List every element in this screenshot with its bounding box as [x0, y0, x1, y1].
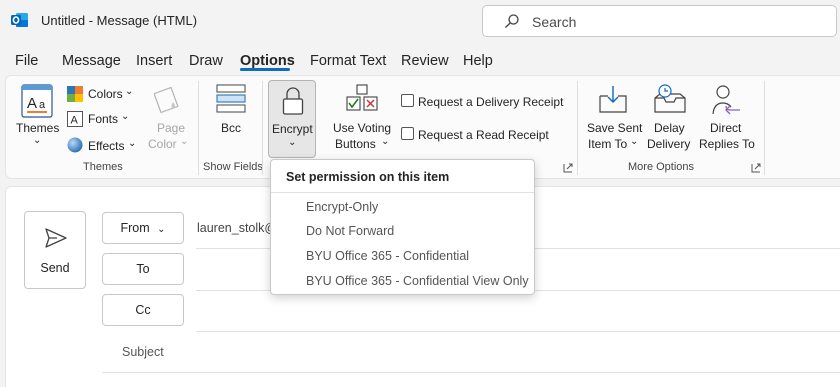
fonts-label: Fonts	[88, 112, 119, 126]
page-color-label-1: Page	[157, 121, 186, 135]
tab-options[interactable]: Options	[240, 53, 295, 69]
menu-item-encrypt-only[interactable]: Encrypt-Only	[306, 200, 378, 214]
delay-delivery-icon	[654, 84, 686, 114]
window-title: Untitled - Message (HTML)	[41, 13, 198, 28]
colors-label: Colors	[88, 87, 123, 101]
send-label: Send	[40, 261, 70, 275]
checkbox-box[interactable]	[401, 127, 414, 140]
themes-label: Themes	[16, 121, 60, 135]
effects-label: Effects	[88, 139, 125, 153]
search-icon	[504, 13, 520, 29]
tab-message[interactable]: Message	[62, 53, 121, 69]
fonts-icon: A	[67, 111, 83, 127]
tab-help[interactable]: Help	[463, 53, 493, 69]
encrypt-button[interactable]: Encrypt ⌄	[268, 80, 316, 158]
save-sent-icon	[598, 84, 628, 114]
delivery-receipt-label: Request a Delivery Receipt	[418, 95, 564, 109]
chevron-down-icon: ⌄	[121, 111, 130, 122]
paint-bucket-icon	[154, 84, 182, 114]
delay-label-2: Delivery	[647, 137, 691, 151]
chevron-down-icon: ⌄	[381, 136, 390, 147]
chevron-down-icon: ⌄	[630, 136, 639, 147]
read-receipt-label: Request a Read Receipt	[418, 128, 549, 142]
menu-item-confidential-view-only[interactable]: BYU Office 365 - Confidential View Only	[306, 274, 529, 288]
outlook-app-icon	[11, 12, 29, 28]
voting-icon	[346, 84, 378, 114]
more-options-group-label: More Options	[628, 161, 695, 173]
encrypt-label: Encrypt	[272, 122, 313, 136]
to-button[interactable]: To	[102, 253, 184, 285]
chevron-down-icon: ⌄	[288, 137, 297, 148]
cc-label: Cc	[135, 303, 151, 317]
tab-insert[interactable]: Insert	[136, 53, 172, 69]
title-bar: Untitled - Message (HTML) Search	[0, 0, 840, 42]
save-sent-label-1: Save Sent	[587, 121, 643, 135]
themes-group-label: Themes	[83, 161, 123, 173]
send-icon	[45, 228, 67, 248]
voting-label-2: Buttons	[335, 137, 376, 151]
search-placeholder: Search	[532, 14, 577, 30]
from-label: From	[120, 221, 150, 235]
lock-icon	[282, 86, 304, 116]
tab-draw[interactable]: Draw	[189, 53, 223, 69]
svg-text:A: A	[27, 95, 37, 112]
dialog-launcher-icon[interactable]	[563, 163, 573, 173]
delay-label-1: Delay	[654, 121, 685, 135]
menu-item-confidential[interactable]: BYU Office 365 - Confidential	[306, 249, 469, 263]
ribbon-tabs: File Message Insert Draw Options Format …	[0, 48, 840, 76]
cc-field[interactable]	[196, 331, 840, 332]
tab-review[interactable]: Review	[401, 53, 449, 69]
menu-item-do-not-forward[interactable]: Do Not Forward	[306, 224, 394, 238]
chevron-down-icon: ⌄	[157, 224, 166, 235]
group-separator	[764, 81, 765, 175]
subject-field[interactable]	[102, 372, 840, 373]
from-button[interactable]: From ⌄	[102, 212, 184, 244]
to-label: To	[136, 262, 150, 276]
group-separator	[198, 81, 199, 175]
chevron-down-icon: ⌄	[125, 86, 134, 97]
bcc-label: Bcc	[221, 121, 242, 135]
tab-format-text[interactable]: Format Text	[310, 53, 386, 69]
chevron-down-icon: ⌄	[33, 135, 42, 146]
cc-button[interactable]: Cc	[102, 294, 184, 326]
chevron-down-icon: ⌄	[128, 138, 137, 149]
voting-label-1: Use Voting	[333, 121, 392, 135]
effects-icon	[67, 137, 83, 153]
active-tab-indicator	[240, 68, 290, 71]
send-button[interactable]: Send	[24, 211, 86, 289]
dropdown-title: Set permission on this item	[286, 170, 450, 184]
group-separator	[577, 81, 578, 175]
themes-icon: A a	[21, 84, 53, 118]
encrypt-dropdown-menu: Set permission on this item Encrypt-Only…	[270, 159, 535, 295]
save-sent-label-2: Item To	[588, 137, 628, 151]
svg-text:a: a	[39, 99, 46, 111]
direct-label-2: Replies To	[699, 137, 755, 151]
dialog-launcher-icon[interactable]	[751, 163, 761, 173]
dropdown-divider	[271, 192, 534, 193]
from-value: lauren_stolk@	[197, 221, 278, 235]
checkbox-box[interactable]	[401, 94, 414, 107]
search-box[interactable]: Search	[482, 5, 837, 37]
direct-label-1: Direct	[710, 121, 742, 135]
direct-replies-icon	[710, 84, 742, 116]
tab-file[interactable]: File	[15, 53, 38, 69]
subject-label: Subject	[122, 345, 164, 359]
group-separator	[262, 81, 263, 175]
svg-text:A: A	[71, 115, 79, 127]
chevron-down-icon: ⌄	[180, 136, 189, 147]
page-color-label-2: Color	[148, 137, 177, 151]
show-fields-group-label: Show Fields	[203, 161, 263, 173]
colors-icon	[67, 86, 83, 102]
bcc-icon	[216, 84, 246, 114]
